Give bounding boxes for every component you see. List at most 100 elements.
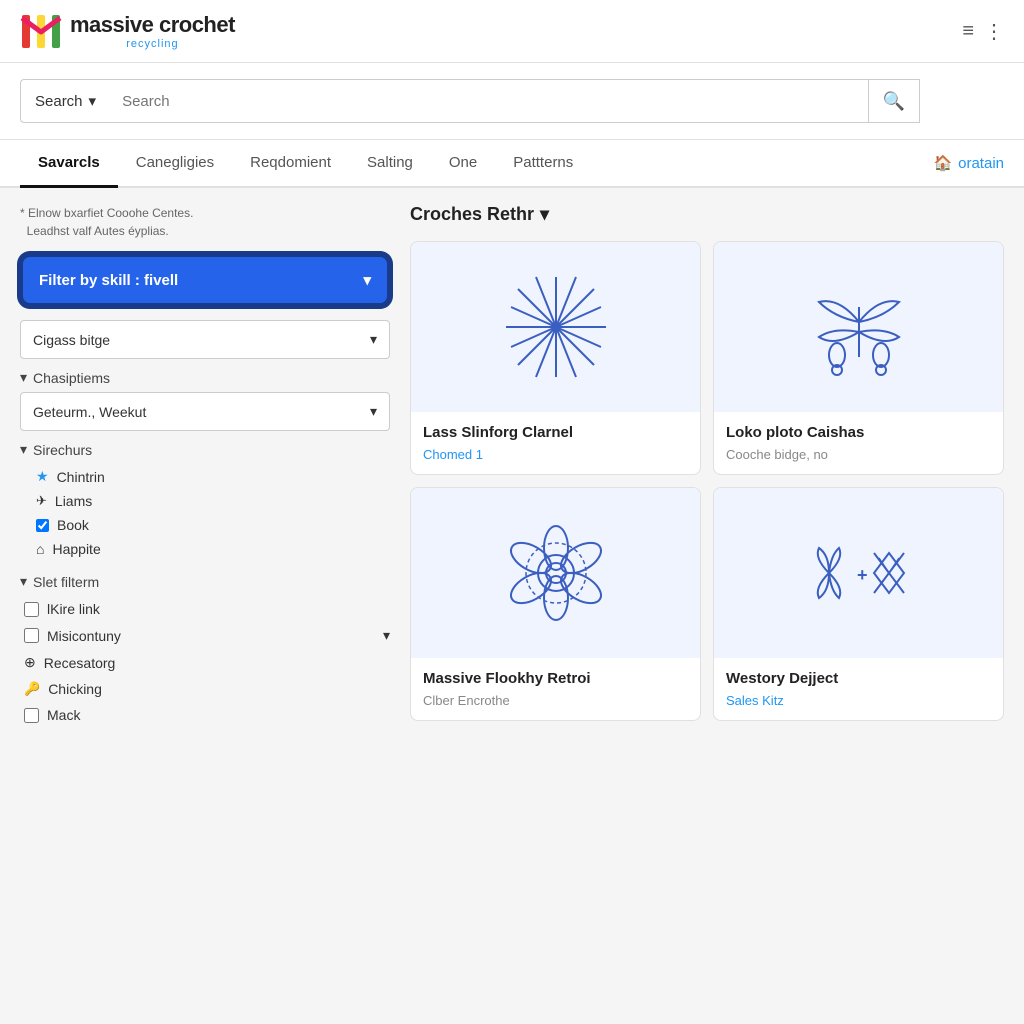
logo-subtitle: recycling (70, 38, 235, 50)
product-image-2 (411, 488, 700, 658)
search-input[interactable] (110, 80, 868, 122)
misicontuny-chevron-icon: ▾ (383, 627, 390, 644)
search-input-wrap: 🔍 (110, 79, 920, 123)
sidebar-category-chevron: ▾ (370, 331, 377, 348)
list-item: ✈ Liams (36, 489, 390, 513)
products-grid: Lass Slinforg Clarnel Chomed 1 (410, 241, 1004, 721)
list-item: ⊕ Recesatorg (24, 649, 390, 676)
section-sirechurs-header[interactable]: ▾ Sirechurs (20, 441, 390, 458)
filter-skill-button[interactable]: Filter by skill : fivell ▾ (20, 254, 390, 306)
product-subtitle-2: Clber Encrothe (423, 693, 688, 708)
product-card-0[interactable]: Lass Slinforg Clarnel Chomed 1 (410, 241, 701, 475)
search-icon: 🔍 (883, 91, 905, 112)
product-subtitle-1: Cooche bidge, no (726, 447, 991, 462)
filter-skill-label: Filter by skill : fivell (39, 272, 178, 289)
main-content: * Elnow bxarfiet Cooohe Centes. Leadhst … (0, 188, 1024, 752)
product-image-1 (714, 242, 1003, 412)
product-card-body-2: Massive Flookhy Retroi Clber Encrothe (411, 658, 700, 720)
diamond-cross-pattern: + (799, 513, 919, 633)
filter-skill-chevron: ▾ (363, 271, 371, 289)
section-chasiptiems-header[interactable]: ▾ Chasiptiems (20, 369, 390, 386)
tab-salting[interactable]: Salting (349, 140, 431, 188)
logo-title: massive crochet (70, 12, 235, 38)
sidebar-category-dropdown[interactable]: Cigass bitge ▾ (20, 320, 390, 359)
chasiptiems-dropdown-label: Geteurm., Weekut (33, 404, 146, 420)
misicontuny-row: Misicontuny ▾ (24, 627, 390, 644)
flag-icon: ✈ (36, 493, 47, 509)
chasiptiems-label: Chasiptiems (33, 370, 110, 386)
sidebar-category-label: Cigass bitge (33, 332, 110, 348)
user-nav-tab[interactable]: 🏠 oratain (933, 140, 1004, 186)
starburst-pattern (496, 267, 616, 387)
user-icon: 🏠 (933, 154, 952, 172)
chevron-down-slet-icon: ▾ (20, 573, 27, 590)
sidebar: * Elnow bxarfiet Cooohe Centes. Leadhst … (20, 204, 390, 736)
product-subtitle-0: Chomed 1 (423, 447, 688, 462)
search-bar-inner: Search ▾ 🔍 (20, 79, 920, 123)
sirechurs-item-3: Happite (52, 541, 100, 557)
logo-area: massive crochet recycling (20, 10, 235, 52)
product-card-3[interactable]: + Westory Dejject Sales Kitz (713, 487, 1004, 721)
tab-one[interactable]: One (431, 140, 495, 188)
tab-reqdomient[interactable]: Reqdomient (232, 140, 349, 188)
header: massive crochet recycling ≡ ⋮ (0, 0, 1024, 63)
header-icons: ≡ ⋮ (962, 19, 1004, 44)
list-item: ⌂ Happite (36, 537, 390, 561)
section-slet-header[interactable]: ▾ Slet filterm (20, 573, 390, 590)
dots-icon-button[interactable]: ⋮ (984, 19, 1004, 44)
product-subtitle-3: Sales Kitz (726, 693, 991, 708)
sirechurs-label: Sirechurs (33, 442, 92, 458)
list-item: Misicontuny ▾ (24, 622, 390, 649)
search-button[interactable]: 🔍 (868, 80, 919, 122)
slet-list: lKire link Misicontuny ▾ ⊕ Recesatorg 🔑 … (20, 596, 390, 728)
products-area: Croches Rethr ▾ (410, 204, 1004, 736)
product-image-3: + (714, 488, 1003, 658)
globe-icon: ⊕ (24, 654, 36, 671)
search-dropdown-label: Search (35, 93, 83, 110)
tab-canegligies[interactable]: Canegligies (118, 140, 232, 188)
flower-pattern (496, 513, 616, 633)
products-header[interactable]: Croches Rethr ▾ (410, 204, 1004, 225)
slet-label: Slet filterm (33, 574, 99, 590)
home-icon: ⌂ (36, 541, 44, 557)
sidebar-note: * Elnow bxarfiet Cooohe Centes. Leadhst … (20, 204, 390, 240)
product-card-body-1: Loko ploto Caishas Cooche bidge, no (714, 412, 1003, 474)
slet-item-4: Mack (47, 707, 80, 723)
product-title-1: Loko ploto Caishas (726, 424, 991, 441)
product-card-body-3: Westory Dejject Sales Kitz (714, 658, 1003, 720)
tab-pattterns[interactable]: Pattterns (495, 140, 591, 188)
chevron-down-icon: ▾ (20, 369, 27, 386)
list-item[interactable]: lKire link (24, 596, 390, 622)
slet-item-2: Recesatorg (44, 655, 116, 671)
chasiptiems-dropdown[interactable]: Geteurm., Weekut ▾ (20, 392, 390, 431)
menu-icon-button[interactable]: ≡ (962, 20, 974, 43)
product-title-0: Lass Slinforg Clarnel (423, 424, 688, 441)
search-category-dropdown[interactable]: Search ▾ (20, 79, 110, 123)
mack-checkbox[interactable] (24, 708, 39, 723)
butterfly-pattern (799, 267, 919, 387)
misicontuny-checkbox[interactable] (24, 628, 39, 643)
logo-text: massive crochet recycling (70, 12, 235, 50)
search-dropdown-chevron: ▾ (89, 92, 97, 110)
list-item: 🔑 Chicking (24, 676, 390, 702)
product-image-0 (411, 242, 700, 412)
products-title: Croches Rethr (410, 204, 534, 225)
sirechurs-list: ★ Chintrin ✈ Liams Book ⌂ Happite (20, 464, 390, 561)
products-chevron-icon: ▾ (540, 204, 549, 225)
list-item[interactable]: Mack (24, 702, 390, 728)
ikire-link-checkbox[interactable] (24, 602, 39, 617)
chevron-down-sirechurs-icon: ▾ (20, 441, 27, 458)
list-item[interactable]: Book (36, 513, 390, 537)
sirechurs-item-1: Liams (55, 493, 92, 509)
book-checkbox[interactable] (36, 519, 49, 532)
tab-savarcls[interactable]: Savarcls (20, 140, 118, 188)
key-icon: 🔑 (24, 681, 40, 697)
slet-item-1: Misicontuny (47, 628, 121, 644)
chasiptiems-chevron: ▾ (370, 403, 377, 420)
product-title-3: Westory Dejject (726, 670, 991, 687)
slet-item-3: Chicking (48, 681, 102, 697)
product-card-2[interactable]: Massive Flookhy Retroi Clber Encrothe (410, 487, 701, 721)
product-card-1[interactable]: Loko ploto Caishas Cooche bidge, no (713, 241, 1004, 475)
logo-icon (20, 10, 62, 52)
nav-tabs: Savarcls Canegligies Reqdomient Salting … (0, 140, 1024, 188)
